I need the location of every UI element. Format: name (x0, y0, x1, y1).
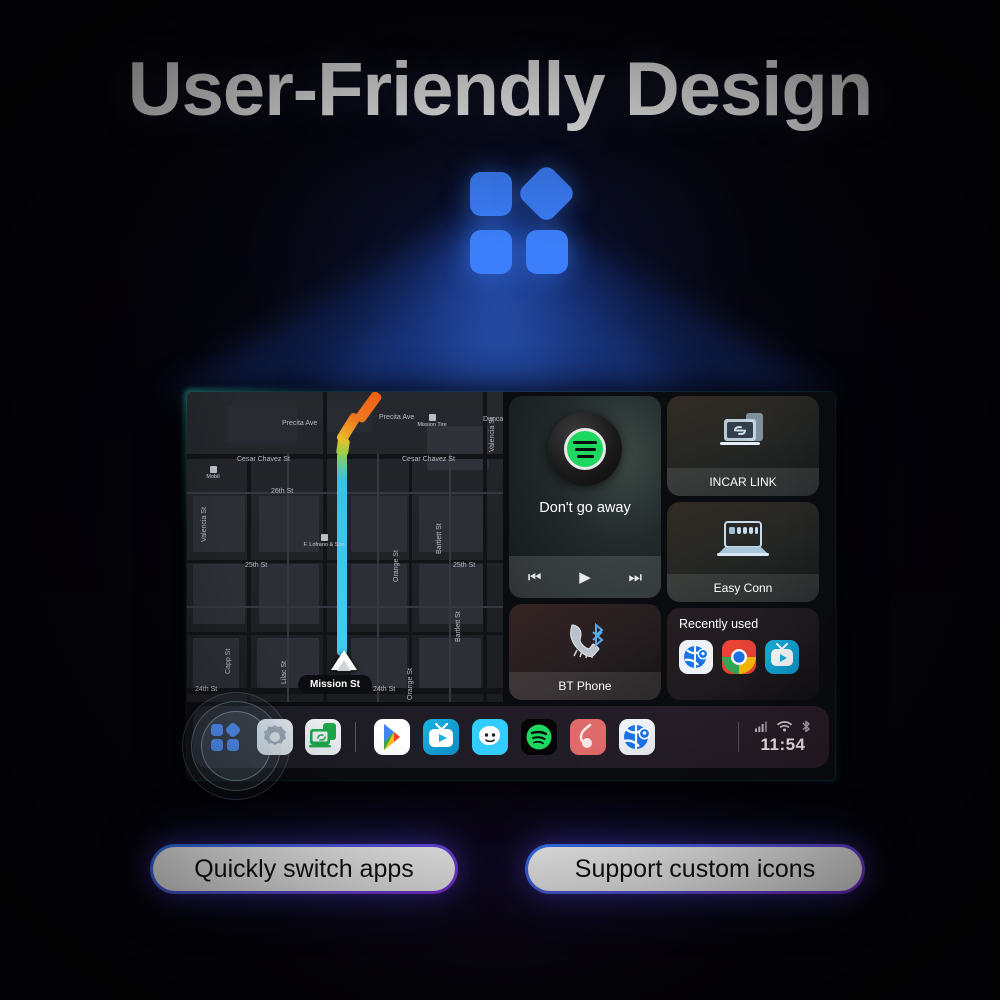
poi-label: Mobil (206, 474, 220, 480)
recently-used-widget[interactable]: Recently used (667, 608, 819, 700)
map-poi: F. Lofrano & Son (289, 534, 359, 548)
map-label: 25th St (453, 562, 476, 569)
previous-track-button[interactable]: ⏮ (528, 569, 542, 586)
music-note-icon[interactable] (570, 719, 606, 755)
current-street-label: Mission St (298, 675, 373, 694)
map-label: Capp St (225, 648, 232, 674)
grid-tile-4 (526, 230, 568, 274)
settings-gear-icon[interactable] (257, 719, 293, 755)
next-track-button[interactable]: ⏭ (629, 569, 643, 586)
map-label: Lilac St (281, 661, 288, 684)
bluetooth-icon (802, 720, 810, 732)
car-head-unit-screen: Cesar Chavez St Cesar Chavez St Precita … (187, 392, 835, 780)
map-label: 25th St (245, 562, 268, 569)
map-poi: Mission Tire (408, 414, 456, 428)
bt-phone-label: BT Phone (509, 672, 661, 700)
navigation-map[interactable]: Cesar Chavez St Cesar Chavez St Precita … (187, 392, 503, 702)
page-title: User-Friendly Design (127, 47, 873, 132)
easy-conn-label: Easy Conn (667, 574, 819, 602)
map-label: 26th St (271, 488, 294, 495)
poi-pin-icon (428, 414, 436, 421)
grid-tile-1 (470, 172, 512, 216)
waze-icon[interactable] (472, 719, 508, 755)
hero-app-grid-icon (470, 163, 577, 274)
dock-app-grid-icon[interactable] (207, 719, 243, 755)
track-title: Don't go away (539, 500, 631, 516)
media-controls[interactable]: ⏮ ▶ ⏭ (509, 556, 661, 598)
screen-link-icon (667, 402, 819, 464)
map-label: Duncan (483, 416, 503, 423)
incar-link-label: INCAR LINK (667, 468, 819, 496)
poi-pin-icon (320, 534, 328, 541)
map-label: Cesar Chavez St (237, 456, 290, 463)
wifi-icon (777, 721, 792, 732)
laptop-icon (667, 508, 819, 570)
map-label: Orange St (393, 550, 400, 582)
map-poi: Mobil (189, 466, 237, 480)
poi-pin-icon (209, 466, 217, 473)
incar-link-tile[interactable]: INCAR LINK (667, 396, 819, 496)
dock-status-divider (738, 722, 739, 752)
map-label: 24th St (195, 686, 218, 693)
spotify-icon[interactable] (521, 719, 557, 755)
media-widget[interactable]: Don't go away ⏮ ▶ ⏭ (509, 396, 661, 598)
map-label: Cesar Chavez St (402, 456, 455, 463)
recently-used-label: Recently used (679, 617, 759, 631)
maps-icon[interactable] (679, 640, 713, 674)
dock-clock: 11:54 (760, 735, 806, 754)
album-disc (548, 412, 622, 486)
map-label: Orange St (407, 668, 414, 700)
screen-mirror-icon[interactable] (305, 719, 341, 755)
dock[interactable]: 11:54 (193, 706, 829, 768)
video-app-icon[interactable] (423, 719, 459, 755)
map-label: Bartlett St (436, 523, 443, 554)
dock-divider (355, 722, 356, 752)
play-store-icon[interactable] (374, 719, 410, 755)
play-button[interactable]: ▶ (579, 568, 591, 586)
map-label: Precita Ave (282, 420, 318, 427)
signal-icon (755, 721, 767, 732)
map-label: Bartlett St (455, 611, 462, 642)
badge-quickly-switch-apps: Quickly switch apps (150, 844, 458, 894)
easy-conn-tile[interactable]: Easy Conn (667, 502, 819, 602)
map-label: Valencia St (201, 507, 208, 542)
phone-bluetooth-icon (509, 610, 661, 672)
grid-tile-2-diamond (516, 163, 577, 224)
bt-phone-tile[interactable]: BT Phone (509, 604, 661, 700)
maps-icon[interactable] (619, 719, 655, 755)
video-icon[interactable] (765, 640, 799, 674)
recently-used-apps[interactable] (679, 640, 799, 674)
grid-tile-3 (470, 230, 512, 274)
badge-support-custom-icons: Support custom icons (525, 844, 865, 894)
dock-status: 11:54 (755, 719, 829, 755)
current-position-arrow-inner (337, 660, 351, 671)
map-label: 24th St (373, 686, 396, 693)
chrome-icon[interactable] (722, 640, 756, 674)
poi-label: Mission Tire (417, 422, 447, 428)
spotify-icon (564, 428, 606, 470)
poi-label: F. Lofrano & Son (303, 542, 345, 548)
